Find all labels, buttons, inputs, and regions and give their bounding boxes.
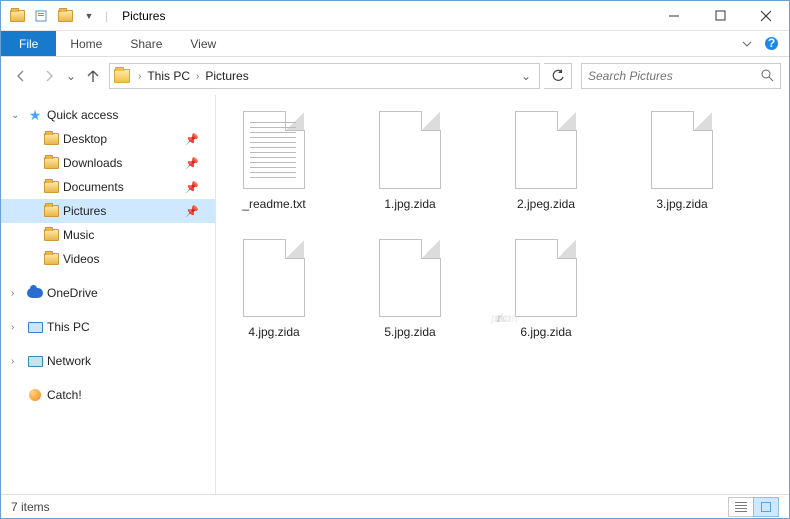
sidebar-label: Network — [47, 354, 91, 368]
star-icon: ★ — [27, 107, 43, 123]
tab-share[interactable]: Share — [116, 31, 176, 56]
pin-icon: 📌 — [185, 181, 199, 194]
window-title: Pictures — [122, 9, 165, 23]
chevron-down-icon[interactable]: ⌄ — [11, 110, 23, 121]
pin-icon: 📌 — [185, 157, 199, 170]
chevron-right-icon[interactable]: › — [134, 71, 145, 82]
sidebar-catch[interactable]: Catch! — [1, 383, 215, 407]
sidebar-item-label: Videos — [63, 252, 99, 266]
chevron-right-icon[interactable]: › — [192, 71, 203, 82]
file-name: 1.jpg.zida — [362, 197, 458, 211]
unknown-file-icon — [379, 111, 441, 189]
qat-dropdown-icon[interactable]: ▼ — [81, 8, 97, 24]
details-view-icon — [735, 502, 747, 512]
help-button[interactable]: ? — [759, 31, 783, 56]
folder-app-icon — [9, 8, 25, 24]
chevron-right-icon[interactable]: › — [11, 322, 23, 333]
navigation-pane: ⌄ ★ Quick access Desktop 📌 Downloads 📌 Doc… — [1, 95, 216, 494]
sidebar-label: This PC — [47, 320, 90, 334]
unknown-file-icon — [515, 111, 577, 189]
ribbon-tabs: File Home Share View ? — [1, 31, 789, 57]
pin-icon: 📌 — [185, 133, 199, 146]
ribbon-collapse-icon[interactable] — [735, 31, 759, 56]
sidebar-item-documents[interactable]: Documents 📌 — [1, 175, 215, 199]
up-button[interactable] — [81, 64, 105, 88]
search-field[interactable] — [588, 69, 760, 83]
breadcrumb[interactable]: › This PC › Pictures ⌄ — [109, 63, 540, 89]
unknown-file-icon — [243, 239, 305, 317]
chevron-right-icon[interactable]: › — [11, 356, 23, 367]
search-input[interactable] — [581, 63, 781, 89]
history-dropdown-icon[interactable]: ⌄ — [521, 69, 531, 83]
breadcrumb-folder-icon — [114, 69, 130, 83]
statusbar: 7 items — [1, 494, 789, 518]
unknown-file-icon — [515, 239, 577, 317]
sidebar-item-label: Downloads — [63, 156, 122, 170]
close-button[interactable] — [743, 1, 789, 31]
sidebar-quick-access[interactable]: ⌄ ★ Quick access — [1, 103, 215, 127]
sidebar-item-desktop[interactable]: Desktop 📌 — [1, 127, 215, 151]
large-icons-view-button[interactable] — [753, 497, 779, 517]
new-folder-qat-icon[interactable] — [57, 8, 73, 24]
minimize-button[interactable] — [651, 1, 697, 31]
details-view-button[interactable] — [728, 497, 754, 517]
breadcrumb-pictures[interactable]: Pictures — [203, 69, 250, 83]
file-item[interactable]: 4.jpg.zida — [226, 239, 322, 339]
sidebar-item-videos[interactable]: Videos — [1, 247, 215, 271]
unknown-file-icon — [651, 111, 713, 189]
properties-qat-icon[interactable] — [33, 8, 49, 24]
sidebar-item-music[interactable]: Music — [1, 223, 215, 247]
file-item[interactable]: 1.jpg.zida — [362, 111, 458, 211]
file-item[interactable]: 2.jpeg.zida — [498, 111, 594, 211]
maximize-button[interactable] — [697, 1, 743, 31]
file-name: 4.jpg.zida — [226, 325, 322, 339]
sidebar-item-label: Desktop — [63, 132, 107, 146]
file-name: _readme.txt — [226, 197, 322, 211]
refresh-button[interactable] — [544, 63, 572, 89]
sidebar-label: OneDrive — [47, 286, 98, 300]
unknown-file-icon — [379, 239, 441, 317]
search-icon[interactable] — [760, 68, 774, 85]
sidebar-label: Quick access — [47, 108, 118, 122]
back-button[interactable] — [9, 64, 33, 88]
file-item[interactable]: 3.jpg.zida — [634, 111, 730, 211]
file-name: 3.jpg.zida — [634, 197, 730, 211]
sidebar-network[interactable]: › Network — [1, 349, 215, 373]
text-file-icon — [243, 111, 305, 189]
file-item[interactable]: 6.jpg.zida — [498, 239, 594, 339]
file-item[interactable]: _readme.txt — [226, 111, 322, 211]
tab-file[interactable]: File — [1, 31, 56, 56]
sidebar-item-label: Documents — [63, 180, 124, 194]
sidebar-this-pc[interactable]: › This PC — [1, 315, 215, 339]
sidebar-item-label: Pictures — [63, 204, 106, 218]
chevron-right-icon[interactable]: › — [11, 288, 23, 299]
tab-home[interactable]: Home — [56, 31, 116, 56]
file-name: 5.jpg.zida — [362, 325, 458, 339]
breadcrumb-this-pc[interactable]: This PC — [145, 69, 192, 83]
content-pane[interactable]: pcrisk.com _readme.txt1.jpg.zida2.jpeg.z… — [216, 95, 789, 494]
navigation-row: ⌄ › This PC › Pictures ⌄ — [1, 57, 789, 95]
pin-icon: 📌 — [185, 205, 199, 218]
status-count: 7 items — [11, 500, 50, 514]
sidebar-label: Catch! — [47, 388, 82, 402]
large-icons-icon — [761, 502, 771, 512]
sidebar-item-downloads[interactable]: Downloads 📌 — [1, 151, 215, 175]
tab-view[interactable]: View — [176, 31, 230, 56]
titlebar: ▼ | Pictures — [1, 1, 789, 31]
svg-text:?: ? — [767, 36, 774, 50]
sidebar-item-label: Music — [63, 228, 94, 242]
sidebar-onedrive[interactable]: › OneDrive — [1, 281, 215, 305]
forward-button[interactable] — [37, 64, 61, 88]
file-name: 2.jpeg.zida — [498, 197, 594, 211]
sidebar-item-pictures[interactable]: Pictures 📌 — [1, 199, 215, 223]
recent-locations-dropdown[interactable]: ⌄ — [65, 69, 77, 83]
file-name: 6.jpg.zida — [498, 325, 594, 339]
file-item[interactable]: 5.jpg.zida — [362, 239, 458, 339]
